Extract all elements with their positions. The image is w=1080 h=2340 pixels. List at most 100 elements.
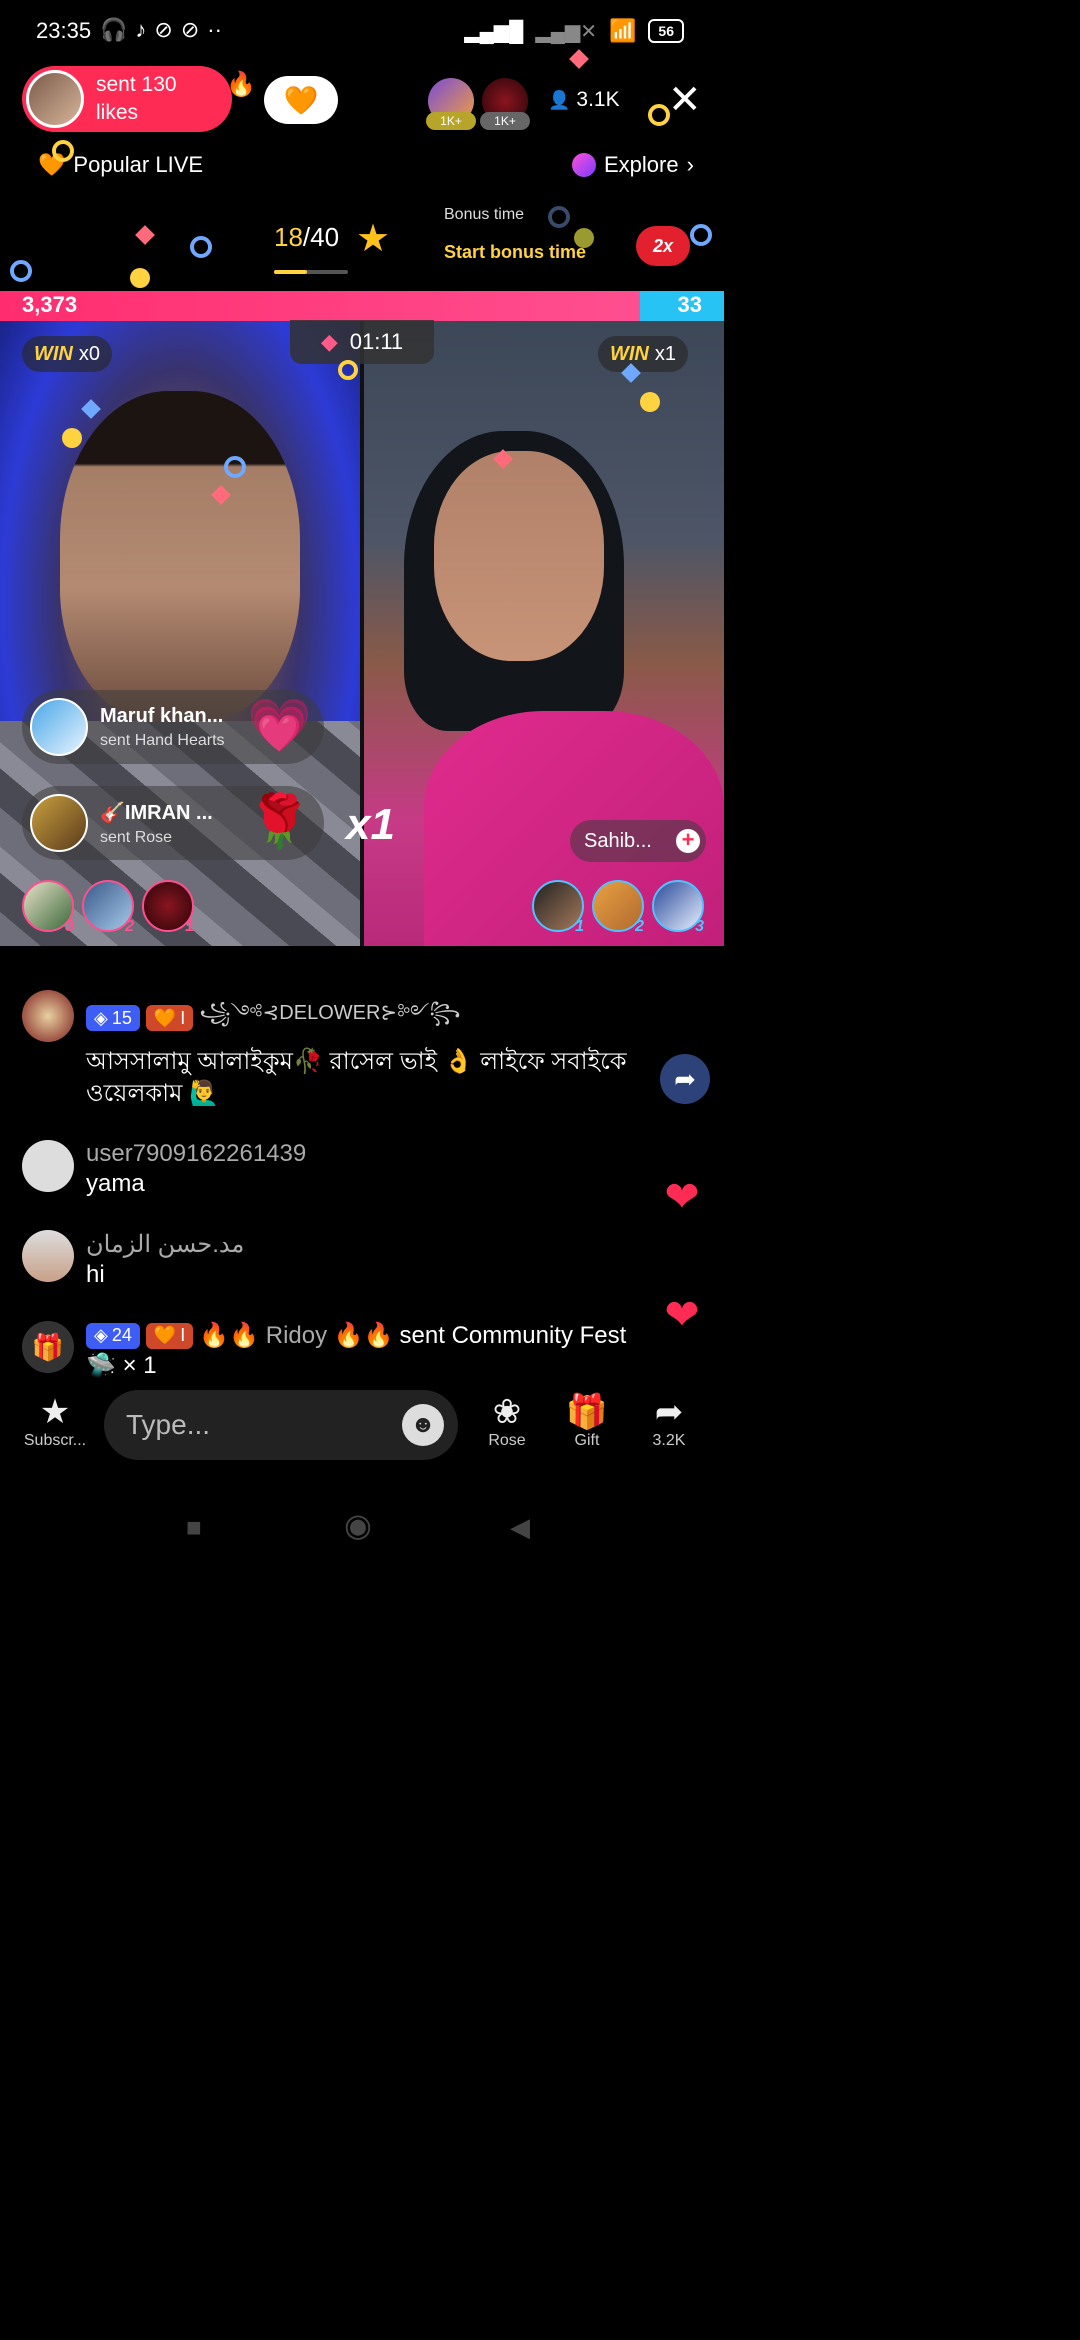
close-icon[interactable]: ✕ — [668, 80, 702, 120]
battle-score-bar — [0, 291, 724, 321]
gifter-rank: 2 — [125, 918, 134, 935]
gifter-avatar[interactable]: 1 — [532, 880, 584, 935]
host-like-text: sent 130 likes — [96, 73, 177, 124]
fan-badge: 🧡 I — [145, 1005, 194, 1031]
level-number: 15 — [111, 1007, 132, 1028]
subscribe-button[interactable]: ★ Subscr... — [18, 1392, 92, 1450]
confetti-icon — [62, 428, 82, 448]
gifter-avatar[interactable] — [30, 698, 88, 756]
confetti-icon — [548, 206, 570, 228]
status-right-icons: ▂▄▆█ ▂▄▆✕ 📶 56 — [464, 18, 684, 44]
share-button[interactable]: ➦ 3.2K — [642, 1392, 696, 1450]
confetti-icon — [10, 260, 32, 282]
top-viewer-avatar[interactable]: 1K+ — [480, 78, 530, 130]
opponent-face — [434, 451, 604, 661]
share-floating-icon[interactable]: ➦ — [660, 1054, 710, 1104]
opponent-top-gifters[interactable]: 1 2 3 — [532, 880, 704, 935]
win-count: x1 — [654, 342, 677, 365]
system-nav-bar: ■ ◉ ◀ — [0, 1490, 724, 1568]
rank-badge-label: 1K+ — [426, 112, 476, 130]
gifter-avatar[interactable]: 3 — [652, 880, 704, 935]
gift-action: sent Hand Hearts — [100, 731, 225, 749]
comment-list[interactable]: ◈ 15 🧡 I ꧁༺⊰DELOWER⊱༻꧂ আসসালামু আলাইকুম🥀 র… — [22, 990, 702, 1412]
status-bar: 23:35 🎧 ♪ ⊘ ⊘ ·· ▂▄▆█ ▂▄▆✕ 📶 56 — [0, 0, 724, 62]
share-count: 3.2K — [652, 1432, 686, 1449]
goal-total: /40 — [302, 222, 340, 252]
gift-combo: x1 — [346, 800, 395, 849]
goal-progress-fill — [274, 270, 308, 274]
status-time: 23:35 — [36, 18, 92, 43]
gift-notification[interactable]: Maruf khan... sent Hand Hearts 💗 — [22, 690, 324, 764]
gifter-avatar[interactable]: 2 — [82, 880, 134, 935]
comment-item[interactable]: 🎁 ◈ 24 🧡 I 🔥🔥 Ridoy 🔥🔥 sent Community Fest… — [22, 1321, 702, 1382]
commenter-name[interactable]: user7909162261439 — [86, 1140, 702, 1168]
confetti-icon — [690, 224, 712, 246]
heart-icon: 🧡 — [153, 1007, 177, 1028]
top-viewers[interactable]: 1K+ 1K+ — [426, 78, 530, 130]
goal-progress[interactable]: 18/40 — [274, 222, 339, 253]
hand-hearts-icon: 💗 — [247, 697, 312, 755]
viewer-count[interactable]: 👤 3.1K — [548, 88, 620, 112]
rose-button[interactable]: ❀ Rose — [480, 1392, 534, 1450]
commenter-name[interactable]: ꧁༺⊰DELOWER⊱༻꧂ — [199, 990, 460, 1046]
confetti-icon — [190, 236, 212, 258]
commenter-name[interactable]: مد.حسن الزمان — [86, 1230, 702, 1259]
gift-notification[interactable]: 🎸IMRAN ... sent Rose 🌹 — [22, 786, 324, 860]
commenter-avatar[interactable] — [22, 990, 74, 1042]
gifter-avatar[interactable]: 2 — [592, 880, 644, 935]
gift-count: × 1 — [122, 1352, 157, 1379]
star-icon[interactable]: ★ — [356, 216, 390, 261]
rank-badge-label: 1K+ — [480, 112, 530, 130]
win-count: x0 — [78, 342, 101, 365]
opponent-name-tag[interactable]: Sahib... + — [570, 820, 706, 862]
host-avatar[interactable] — [26, 70, 84, 128]
gift-button[interactable]: 🎁 Gift — [562, 1392, 612, 1450]
commenter-avatar[interactable] — [22, 1230, 74, 1282]
follow-heart-button[interactable]: 🧡 — [264, 76, 338, 124]
bonus-multiplier-badge[interactable]: 2x — [636, 226, 690, 266]
battle-timer: ◆ 01:11 — [290, 320, 434, 364]
comment-item[interactable]: مد.حسن الزمان hi — [22, 1230, 702, 1291]
recent-apps-icon[interactable]: ■ — [186, 1512, 202, 1543]
comment-input-placeholder: Type... — [126, 1409, 211, 1440]
explore-link[interactable]: Explore › — [572, 152, 694, 178]
gift-count-line: 🛸 × 1 — [86, 1350, 702, 1382]
gifter-name: Maruf khan... — [100, 704, 224, 727]
comment-text: hi — [86, 1261, 105, 1288]
commenter-name[interactable]: 🔥🔥 Ridoy 🔥🔥 — [199, 1321, 393, 1350]
back-icon[interactable]: ◀ — [510, 1512, 530, 1543]
comment-input[interactable]: Type... ☻ — [104, 1390, 458, 1460]
wifi-icon: 📶 — [609, 18, 637, 43]
commenter-avatar[interactable] — [22, 1140, 74, 1192]
start-bonus-button[interactable]: Start bonus time — [444, 242, 586, 263]
timer-text: 01:11 — [349, 329, 404, 354]
fan-level: I — [180, 1007, 186, 1028]
gift-icon: 🎁 — [565, 1393, 609, 1431]
gifter-avatar[interactable]: 3 — [22, 880, 74, 935]
headphones-icon: 🎧 — [100, 17, 128, 42]
gifter-rank: 1 — [575, 918, 584, 935]
comment-action: sent Community Fest — [399, 1321, 627, 1349]
top-viewer-avatar[interactable]: 1K+ — [426, 78, 476, 130]
comment-item[interactable]: user7909162261439 yama — [22, 1140, 702, 1200]
level-badge: ◈ 15 — [86, 1005, 140, 1031]
host-info-pill[interactable]: sent 130 likes — [22, 66, 232, 132]
gifter-avatar[interactable] — [30, 794, 88, 852]
confetti-icon — [52, 140, 74, 162]
gifter-rank: 3 — [695, 918, 704, 935]
popular-live-label: Popular LIVE — [73, 152, 204, 177]
follow-plus-icon[interactable]: + — [676, 829, 700, 853]
home-icon[interactable]: ◉ — [344, 1506, 372, 1544]
host-top-gifters[interactable]: 3 2 1 — [22, 880, 194, 935]
community-fest-icon: 🛸 — [86, 1352, 116, 1379]
heart-plus-icon: 🧡 — [283, 84, 319, 116]
floating-heart-icon: ❤ — [664, 1172, 700, 1220]
signal-icon: ▂▄▆█ — [464, 20, 524, 43]
host-face — [60, 391, 300, 721]
gifter-avatar[interactable]: 1 — [142, 880, 194, 935]
comment-item[interactable]: ◈ 15 🧡 I ꧁༺⊰DELOWER⊱༻꧂ আসসালামু আলাইকুম🥀 র… — [22, 990, 702, 1110]
more-dots-icon: ·· — [207, 17, 222, 42]
chevron-right-icon: › — [686, 152, 694, 177]
emoji-icon[interactable]: ☻ — [402, 1404, 444, 1446]
confetti-icon — [648, 104, 670, 126]
